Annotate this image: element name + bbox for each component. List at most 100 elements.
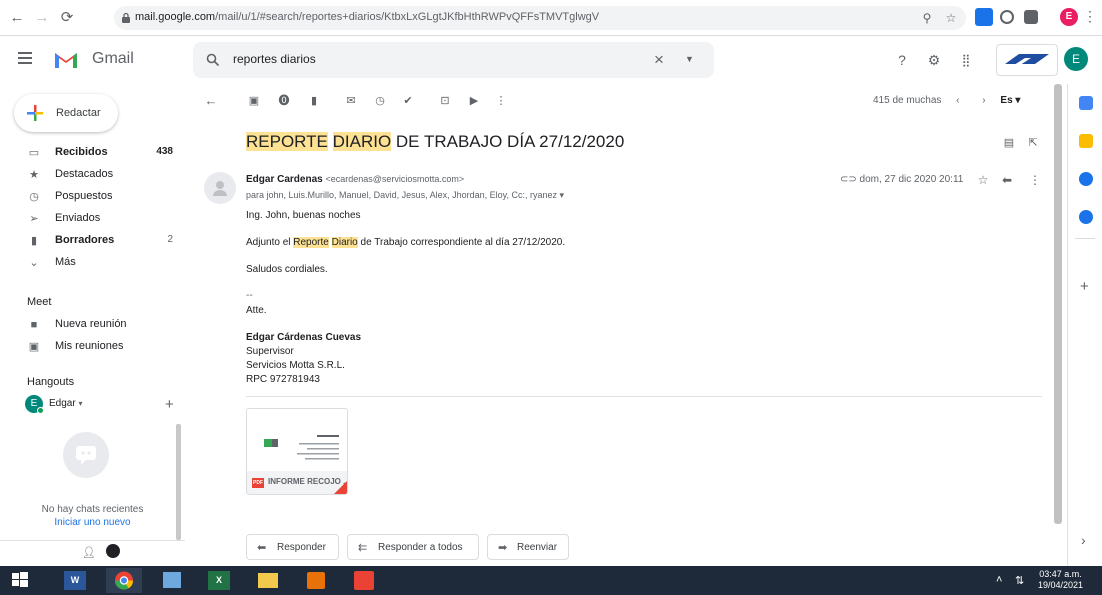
lock-icon [122,12,130,23]
mark-unread-icon[interactable]: ✉ [344,94,358,108]
reload-icon[interactable]: ⟳ [58,9,76,27]
compose-label: Redactar [56,107,101,119]
puzzle-icon[interactable] [1024,10,1038,24]
message-more-icon[interactable]: ⋮ [1028,173,1042,187]
clear-search-icon[interactable]: × [654,50,664,70]
chat-quote-icon[interactable] [106,544,120,558]
chrome-app-icon[interactable] [106,568,142,593]
gmail-wordmark[interactable]: Gmail [92,50,134,68]
no-chats-text: No hay chats recientes [41,504,144,515]
main-menu-icon[interactable] [18,52,32,66]
sidebar-item-label: Enviados [55,212,101,224]
tray-arrow-icon[interactable]: ˄ [996,574,1002,586]
label-icon[interactable]: ▶ [467,94,481,108]
sidebar-item-more[interactable]: ⌄ Más [0,252,185,274]
expand-panel-icon[interactable]: › [1081,532,1086,548]
recipients-line[interactable]: para john, Luis.Murillo, Manuel, David, … [246,190,564,201]
search-icon[interactable] [206,53,220,67]
acrobat-app-icon[interactable] [346,568,382,593]
search-options-icon[interactable]: ▼ [685,54,694,64]
sidebar-item-drafts[interactable]: ▮ Borradores 2 [0,230,185,252]
sender-name[interactable]: Edgar Cardenas [246,174,323,185]
search-input[interactable] [233,52,633,66]
report-spam-icon[interactable]: ⓿ [277,94,291,108]
prev-page-icon[interactable]: ‹ [956,95,959,106]
network-app-icon[interactable] [154,568,190,593]
next-page-icon[interactable]: › [982,95,985,106]
gmail-header: Gmail × ▼ ? ⚙ ⣿ E [0,36,1102,84]
side-panel: + › [1067,84,1102,566]
person-icon[interactable]: 👤︎ [82,546,96,559]
move-to-icon[interactable]: ⊡ [438,94,452,108]
sender-avatar[interactable] [204,172,236,204]
zoom-icon[interactable]: ⚲ [920,11,934,25]
attachment-card[interactable]: PDF INFORME RECOJO ... [246,408,348,495]
add-task-icon[interactable]: ✔ [401,94,415,108]
signature-role: Supervisor [246,346,294,357]
sidebar-item-snoozed[interactable]: ◷ Pospuestos [0,186,185,208]
media-player-icon[interactable] [298,568,334,593]
browser-menu-icon[interactable]: ⋮ [1083,8,1097,25]
back-to-list-icon[interactable]: ← [204,94,218,108]
sidebar-item-label: Pospuestos [55,190,113,202]
meet-heading: Meet [27,296,52,308]
contacts-app-icon[interactable] [1079,210,1093,224]
taskbar-clock[interactable]: 03:47 a.m. 19/04/2021 [1038,569,1083,591]
open-new-window-icon[interactable]: ⇱ [1026,136,1040,150]
inbox-icon: ▭ [28,147,40,159]
sidebar-item-label: Más [55,256,76,268]
word-app-icon[interactable]: W [58,568,94,593]
star-message-icon[interactable]: ☆ [976,173,990,187]
browser-profile-avatar[interactable]: E [1060,8,1078,26]
chat-bubble-icon [63,432,109,478]
tasks-app-icon[interactable] [1079,172,1093,186]
attachment-info-bar: PDF INFORME RECOJO ... [247,471,347,494]
apps-grid-icon[interactable]: ⣿ [957,51,975,69]
print-icon[interactable]: ▤ [1002,136,1016,150]
sidebar-scrollbar[interactable] [176,424,181,540]
compose-plus-icon [27,105,43,121]
file-explorer-icon[interactable] [250,568,286,593]
account-avatar[interactable]: E [1064,47,1088,71]
delete-icon[interactable]: ▮ [307,94,321,108]
archive-icon[interactable]: ▣ [247,94,261,108]
reply-all-button[interactable]: ⇇ Responder a todos [347,534,479,560]
address-bar[interactable]: mail.google.com/mail/u/1/#search/reporte… [114,6,966,30]
settings-gear-icon[interactable]: ⚙ [925,51,943,69]
meet-my-meetings[interactable]: ▣ Mis reuniones [0,336,185,358]
sidebar-item-inbox[interactable]: ▭ Recibidos 438 [0,142,185,164]
forward-button[interactable]: ➡ Reenviar [487,534,569,560]
back-arrow-icon[interactable]: ← [8,9,26,27]
reply-button[interactable]: ⬅ Responder [246,534,339,560]
calendar-app-icon[interactable] [1079,96,1093,110]
meet-new-meeting[interactable]: ■ Nueva reunión [0,314,185,336]
windows-start-icon[interactable] [8,568,44,593]
keep-app-icon[interactable] [1079,134,1093,148]
company-logo[interactable] [996,44,1058,76]
sidebar-item-sent[interactable]: ➢ Enviados [0,208,185,230]
reply-icon[interactable]: ⬅ [1000,173,1014,187]
help-icon[interactable]: ? [893,51,911,69]
search-bar[interactable]: × ▼ [193,42,714,78]
reply-all-arrow-icon: ⇇ [358,542,368,554]
email-scrollbar[interactable] [1054,84,1062,524]
sidebar-item-label: Recibidos [55,146,108,158]
extension-icon[interactable] [975,8,993,26]
excel-app-icon[interactable]: X [202,568,238,593]
start-new-chat-link[interactable]: Iniciar uno nuevo [0,517,185,528]
snooze-icon[interactable]: ◷ [373,94,387,108]
sidebar-item-starred[interactable]: ★ Destacados [0,164,185,186]
more-options-icon[interactable]: ⋮ [494,94,508,108]
bookmark-star-icon[interactable]: ☆ [944,11,958,25]
input-language-button[interactable]: Es ▾ [1000,95,1020,106]
add-chat-icon[interactable]: + [165,396,174,413]
network-tray-icon[interactable]: ⇅ [1015,574,1024,587]
compose-button[interactable]: Redactar [14,94,118,132]
extension-circle-icon[interactable] [1000,10,1014,24]
url-path: /mail/u/1/#search/reportes+diarios/KtbxL… [215,11,600,23]
chat-tabs: 👤︎ [0,540,185,566]
get-addons-icon[interactable]: + [1080,278,1089,295]
forward-arrow-icon[interactable]: → [33,9,51,27]
pdf-icon: PDF [252,478,264,488]
online-status-dot [37,407,44,414]
